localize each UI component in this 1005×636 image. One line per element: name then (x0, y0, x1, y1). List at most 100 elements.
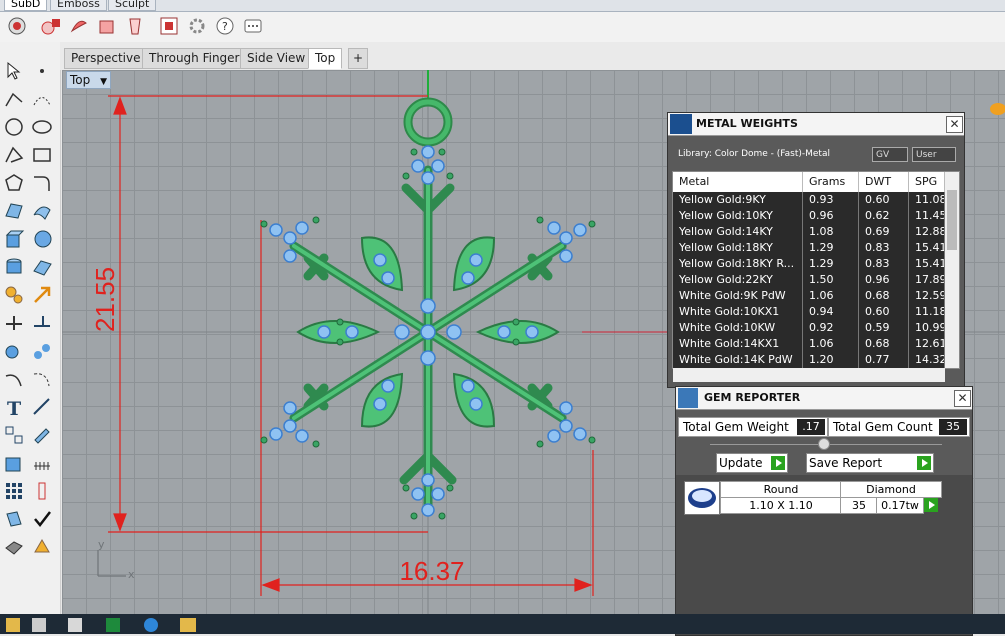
rectangle-icon[interactable] (31, 144, 53, 166)
cylinder-icon[interactable] (3, 256, 25, 278)
offset-icon[interactable] (31, 368, 53, 390)
cell-dwt: 0.60 (859, 192, 909, 208)
vertical-scrollbar[interactable] (945, 172, 959, 368)
transform-icon[interactable] (3, 284, 25, 306)
point-icon[interactable] (31, 60, 53, 82)
solid-icon[interactable] (3, 452, 25, 474)
cell-grams: 1.20 (803, 352, 859, 368)
cell-grams: 1.29 (803, 240, 859, 256)
user-toggle[interactable]: User (912, 147, 956, 162)
folder-icon[interactable] (6, 618, 20, 632)
table-row[interactable]: Yellow Gold:14KY 1.08 0.69 12.88 (673, 224, 945, 240)
metal-table: Metal Grams DWT SPG Yellow Gold:9KY 0.93 0… (672, 171, 960, 382)
save-report-button[interactable]: Save Report (806, 453, 934, 473)
boolean-icon[interactable] (3, 340, 25, 362)
folder-icon[interactable] (180, 618, 196, 632)
slider-handle[interactable] (818, 438, 830, 450)
loft-icon[interactable] (31, 200, 53, 222)
viewport-label[interactable]: Top ▼ (66, 71, 111, 89)
horizontal-scrollbar[interactable] (673, 368, 945, 382)
table-row[interactable]: White Gold:14KX1 1.06 0.68 12.61 (673, 336, 945, 352)
table-row[interactable]: White Gold:9K PdW 1.06 0.68 12.59 (673, 288, 945, 304)
tab-side-view[interactable]: Side View (240, 48, 313, 69)
tab-top[interactable]: Top (308, 48, 343, 69)
render-icon[interactable] (3, 536, 25, 558)
orange-gizmo-icon[interactable] (986, 100, 1005, 118)
gv-toggle[interactable]: GV (872, 147, 908, 162)
tab-perspective[interactable]: Perspective (64, 48, 148, 69)
box-icon[interactable] (3, 228, 25, 250)
curve-tool-icon[interactable] (3, 368, 25, 390)
chevron-down-icon[interactable]: ▼ (100, 77, 107, 87)
app-icon[interactable] (32, 618, 46, 632)
height-dimension-label: 21.55 (90, 266, 120, 332)
surface-icon[interactable] (3, 200, 25, 222)
grid-icon[interactable] (31, 452, 53, 474)
sphere-icon[interactable] (31, 228, 53, 250)
table-row[interactable]: Yellow Gold:10KY 0.96 0.62 11.45 (673, 208, 945, 224)
subd-cube-icon[interactable] (96, 15, 118, 37)
subd-cylinder-icon[interactable] (124, 15, 146, 37)
subd-box-icon[interactable] (40, 15, 62, 37)
curve-points-icon[interactable] (31, 88, 53, 110)
tab-through-finger[interactable]: Through Finger (142, 48, 247, 69)
app-icon[interactable] (68, 618, 82, 632)
tab-emboss[interactable]: Emboss (50, 0, 107, 11)
column-header-grams[interactable]: Grams (803, 172, 859, 192)
scroll-thumb[interactable] (947, 190, 957, 250)
column-header-metal[interactable]: Metal (673, 172, 803, 192)
left-toolbar: T (0, 42, 61, 634)
excel-icon[interactable] (106, 618, 120, 632)
ellipse-icon[interactable] (31, 116, 53, 138)
table-row[interactable]: Yellow Gold:18KY R... 1.29 0.83 15.41 (673, 256, 945, 272)
circle-icon[interactable] (3, 116, 25, 138)
toggle-icon[interactable] (158, 15, 180, 37)
array-icon[interactable] (3, 424, 25, 446)
gem-row[interactable]: Round Diamond 1.10 X 1.10 35 0.17tw (720, 481, 942, 514)
help-icon[interactable]: ? (214, 15, 236, 37)
table-row[interactable]: Yellow Gold:9KY 0.93 0.60 11.08 (673, 192, 945, 208)
points-grid-icon[interactable] (3, 480, 25, 502)
edit-icon[interactable] (31, 424, 53, 446)
move-icon[interactable] (31, 284, 53, 306)
close-icon[interactable]: ✕ (954, 390, 971, 407)
dimension-icon[interactable] (31, 396, 53, 418)
add-tab-icon[interactable]: + (348, 48, 368, 69)
ribbon-tabs: SubD Emboss Sculpt (0, 0, 1005, 12)
split-icon[interactable] (3, 312, 25, 334)
material-icon[interactable] (31, 536, 53, 558)
update-button[interactable]: Update (716, 453, 788, 473)
tab-sculpt[interactable]: Sculpt (108, 0, 157, 11)
round-gem-thumbnail (684, 481, 720, 515)
polygon-icon[interactable] (3, 172, 25, 194)
arc-icon[interactable] (3, 144, 25, 166)
tab-subd[interactable]: SubD (4, 0, 48, 11)
play-arrow-icon[interactable] (924, 498, 938, 512)
table-row[interactable]: White Gold:10KW 0.92 0.59 10.99 (673, 320, 945, 336)
column-header-spg[interactable]: SPG (909, 172, 945, 192)
gem-reporter-logo-icon (678, 388, 698, 408)
cell-spg: 12.88 (909, 224, 945, 240)
subd-sphere-icon[interactable] (68, 15, 90, 37)
table-row[interactable]: Yellow Gold:22KY 1.50 0.96 17.89 (673, 272, 945, 288)
column-header-dwt[interactable]: DWT (859, 172, 909, 192)
table-row[interactable]: White Gold:14K PdW 1.20 0.77 14.32 (673, 352, 945, 368)
layers-icon[interactable] (3, 508, 25, 530)
table-row[interactable]: Yellow Gold:18KY 1.29 0.83 15.41 (673, 240, 945, 256)
browser-icon[interactable] (144, 618, 158, 632)
close-icon[interactable]: ✕ (946, 116, 963, 133)
ruler-icon[interactable] (31, 480, 53, 502)
more-options-icon[interactable] (242, 15, 264, 37)
check-icon[interactable] (31, 508, 53, 530)
mesh-icon[interactable] (31, 256, 53, 278)
text-icon[interactable]: T (3, 396, 25, 420)
polyline-icon[interactable] (3, 88, 25, 110)
cell-metal: White Gold:14K PdW (673, 352, 803, 368)
record-icon[interactable] (6, 15, 28, 37)
trim-icon[interactable] (31, 312, 53, 334)
fillet-icon[interactable] (31, 172, 53, 194)
table-row[interactable]: White Gold:10KX1 0.94 0.60 11.18 (673, 304, 945, 320)
select-arrow-icon[interactable] (3, 60, 25, 82)
gear-icon[interactable] (186, 15, 208, 37)
gems-icon[interactable] (31, 340, 53, 362)
